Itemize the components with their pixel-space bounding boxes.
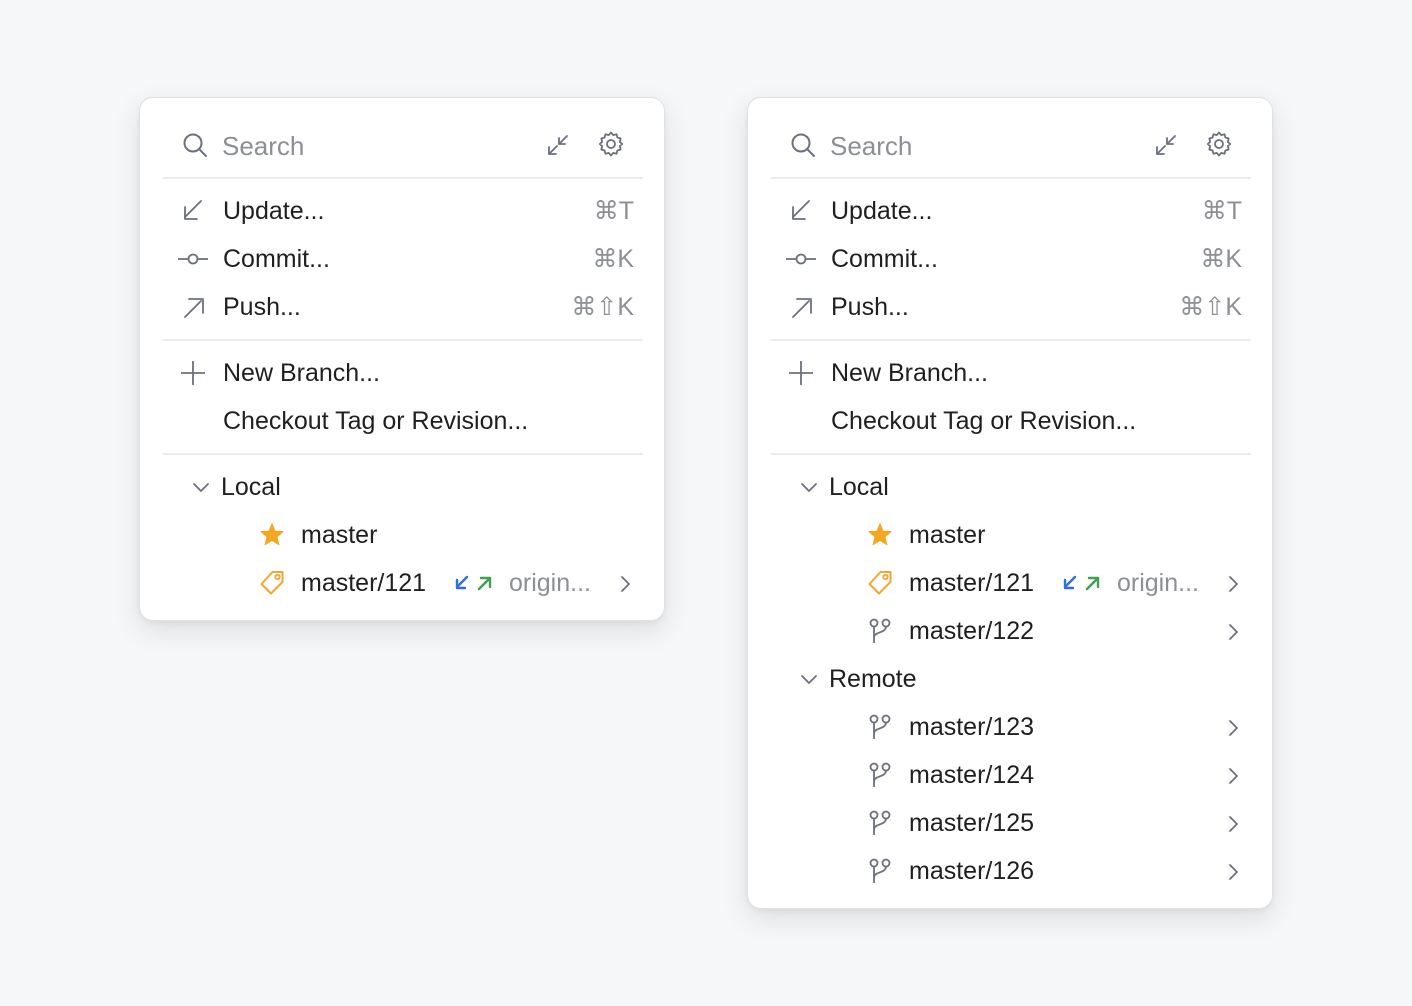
branch-icon xyxy=(866,857,894,885)
divider xyxy=(771,177,1251,179)
branch-name: master/121 xyxy=(909,569,1035,597)
plus-icon xyxy=(178,360,208,386)
checkout-tag-label: Checkout Tag or Revision... xyxy=(831,407,1137,435)
chevron-right-icon[interactable] xyxy=(1227,718,1241,738)
commit-shortcut: ⌘K xyxy=(1200,245,1242,273)
branch-name: master xyxy=(909,521,986,549)
branch-name: master xyxy=(301,521,378,549)
branches-popup-collapsed: Update... ⌘T Commit... ⌘K Push... ⌘⇧K Ne… xyxy=(139,97,665,621)
checkout-tag-label: Checkout Tag or Revision... xyxy=(223,407,529,435)
chevron-right-icon[interactable] xyxy=(1227,814,1241,834)
arrow-up-right-icon xyxy=(178,294,208,320)
branch-item-master-122[interactable]: master/122 xyxy=(771,607,1251,655)
chevron-right-icon[interactable] xyxy=(1227,622,1241,642)
commit-icon xyxy=(786,246,816,272)
commit-action[interactable]: Commit... ⌘K xyxy=(163,235,643,283)
branch-item-master[interactable]: master xyxy=(771,511,1251,559)
divider xyxy=(163,339,643,341)
collapse-icon[interactable] xyxy=(1154,133,1178,157)
local-group-label: Local xyxy=(221,473,281,501)
branch-item-master-126[interactable]: master/126 xyxy=(771,847,1251,895)
local-group-toggle[interactable]: Local xyxy=(163,463,643,511)
search-icon xyxy=(182,132,208,158)
branch-icon xyxy=(866,761,894,789)
star-icon xyxy=(258,521,286,549)
search-input[interactable] xyxy=(830,126,1130,166)
search-bar xyxy=(748,98,1272,178)
chevron-down-icon xyxy=(799,670,819,690)
push-action[interactable]: Push... ⌘⇧K xyxy=(163,283,643,331)
branch-icon xyxy=(866,617,894,645)
push-action[interactable]: Push... ⌘⇧K xyxy=(771,283,1251,331)
commit-action[interactable]: Commit... ⌘K xyxy=(771,235,1251,283)
gear-icon[interactable] xyxy=(597,130,625,158)
chevron-down-icon xyxy=(191,478,211,498)
divider xyxy=(771,453,1251,455)
divider xyxy=(163,453,643,455)
commit-shortcut: ⌘K xyxy=(592,245,634,273)
local-group-label: Local xyxy=(829,473,889,501)
gear-icon[interactable] xyxy=(1205,130,1233,158)
push-label: Push... xyxy=(223,293,301,321)
push-shortcut: ⌘⇧K xyxy=(571,293,634,321)
push-label: Push... xyxy=(831,293,909,321)
update-label: Update... xyxy=(831,197,933,225)
branch-name: master/121 xyxy=(301,569,427,597)
new-branch-action[interactable]: New Branch... xyxy=(771,349,1251,397)
arrow-up-right-icon xyxy=(786,294,816,320)
arrow-down-left-icon xyxy=(786,198,816,224)
plus-icon xyxy=(786,360,816,386)
commit-icon xyxy=(178,246,208,272)
branch-name: master/125 xyxy=(909,809,1035,837)
divider xyxy=(163,177,643,179)
branch-name: master/124 xyxy=(909,761,1035,789)
remote-group-toggle[interactable]: Remote xyxy=(771,655,1251,703)
tag-icon xyxy=(258,569,286,597)
collapse-icon[interactable] xyxy=(546,133,570,157)
new-branch-label: New Branch... xyxy=(831,359,989,387)
incoming-outgoing-icon xyxy=(453,574,495,594)
chevron-right-icon[interactable] xyxy=(1227,574,1241,594)
chevron-right-icon[interactable] xyxy=(1227,862,1241,882)
tracked-remote: origin... xyxy=(509,569,591,597)
branch-icon xyxy=(866,713,894,741)
commit-label: Commit... xyxy=(223,245,330,273)
update-shortcut: ⌘T xyxy=(1201,197,1242,225)
search-icon xyxy=(790,132,816,158)
branch-item-master-121[interactable]: master/121 origin... xyxy=(771,559,1251,607)
incoming-outgoing-icon xyxy=(1061,574,1103,594)
local-group-toggle[interactable]: Local xyxy=(771,463,1251,511)
update-label: Update... xyxy=(223,197,325,225)
chevron-right-icon[interactable] xyxy=(619,574,633,594)
divider xyxy=(771,339,1251,341)
tracked-remote: origin... xyxy=(1117,569,1199,597)
commit-label: Commit... xyxy=(831,245,938,273)
update-action[interactable]: Update... ⌘T xyxy=(163,187,643,235)
branch-name: master/122 xyxy=(909,617,1035,645)
branches-popup-expanded: Update... ⌘T Commit... ⌘K Push... ⌘⇧K Ne… xyxy=(747,97,1273,909)
branch-item-master-121[interactable]: master/121 origin... xyxy=(163,559,643,607)
chevron-down-icon xyxy=(799,478,819,498)
search-input[interactable] xyxy=(222,126,522,166)
checkout-tag-action[interactable]: Checkout Tag or Revision... xyxy=(163,397,643,445)
branch-item-master-124[interactable]: master/124 xyxy=(771,751,1251,799)
branch-item-master[interactable]: master xyxy=(163,511,643,559)
tag-icon xyxy=(866,569,894,597)
new-branch-action[interactable]: New Branch... xyxy=(163,349,643,397)
push-shortcut: ⌘⇧K xyxy=(1179,293,1242,321)
branch-name: master/126 xyxy=(909,857,1035,885)
update-shortcut: ⌘T xyxy=(593,197,634,225)
branch-icon xyxy=(866,809,894,837)
checkout-tag-action[interactable]: Checkout Tag or Revision... xyxy=(771,397,1251,445)
remote-group-label: Remote xyxy=(829,665,917,693)
new-branch-label: New Branch... xyxy=(223,359,381,387)
star-icon xyxy=(866,521,894,549)
chevron-right-icon[interactable] xyxy=(1227,766,1241,786)
search-bar xyxy=(140,98,664,178)
branch-item-master-123[interactable]: master/123 xyxy=(771,703,1251,751)
branch-item-master-125[interactable]: master/125 xyxy=(771,799,1251,847)
update-action[interactable]: Update... ⌘T xyxy=(771,187,1251,235)
arrow-down-left-icon xyxy=(178,198,208,224)
branch-name: master/123 xyxy=(909,713,1035,741)
